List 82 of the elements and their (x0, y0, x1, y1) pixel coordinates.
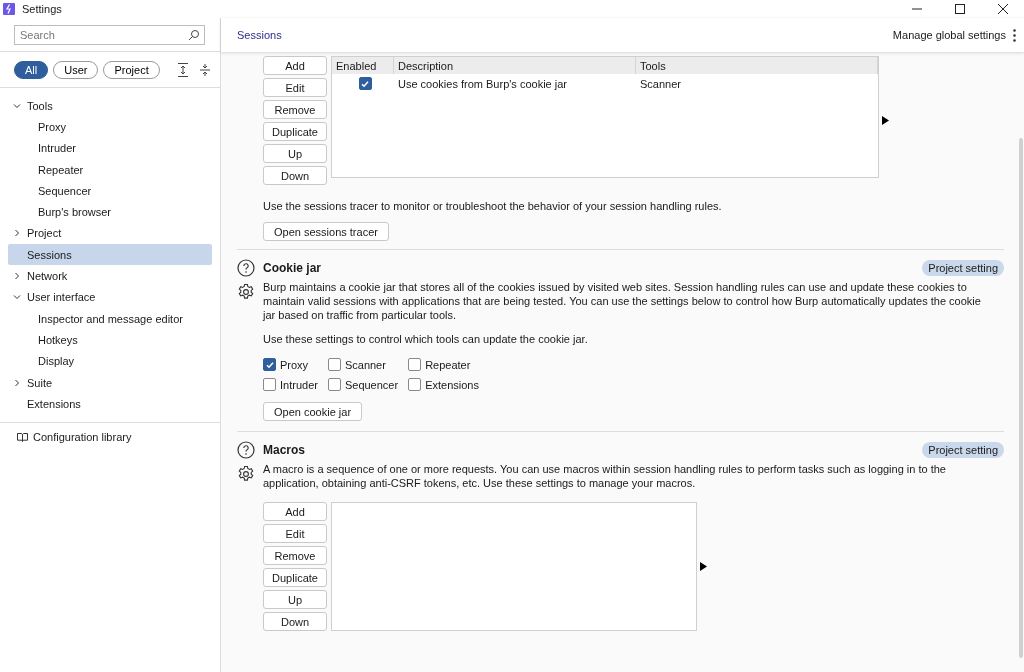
filter-pill[interactable]: Project (103, 61, 160, 79)
tree-item[interactable]: Burp's browser (8, 201, 212, 223)
project-setting-badge: Project setting (922, 442, 1004, 458)
settings-icon[interactable] (237, 465, 255, 483)
search-field[interactable]: Search (14, 25, 205, 45)
checkbox[interactable] (358, 77, 372, 90)
tree-item[interactable]: User interface (8, 286, 212, 308)
tree-item[interactable]: Inspector and message editor (8, 307, 212, 330)
manage-global-settings-link[interactable]: Manage global settings (892, 29, 1006, 41)
column-header[interactable]: Enabled (332, 57, 394, 74)
expand-all-icon[interactable] (176, 63, 189, 77)
chevron-icon[interactable] (13, 293, 21, 302)
tree-item[interactable]: Sequencer (8, 180, 212, 202)
book-icon (17, 432, 28, 443)
column-header[interactable]: Description (394, 57, 636, 74)
sessions-tracer-description: Use the sessions tracer to monitor or troubleshoot the behavior of your session handling rules. (263, 200, 723, 212)
list-action-button[interactable]: Down (263, 612, 327, 631)
list-action-button[interactable]: Up (263, 590, 327, 609)
tree-item[interactable]: Extensions (8, 393, 212, 415)
checkbox-label[interactable]: Extensions (425, 378, 479, 391)
checkbox[interactable] (327, 358, 341, 371)
table-cell-text: Scanner (639, 77, 682, 90)
column-header[interactable]: Tools (636, 57, 878, 74)
settings-icon[interactable] (237, 283, 255, 301)
filter-pill[interactable]: All (14, 61, 49, 79)
search-icon (188, 29, 200, 41)
app-logo-icon (3, 3, 15, 15)
tree-item[interactable]: Suite (8, 371, 212, 394)
section-title: Cookie jar (263, 261, 322, 275)
checkbox-label[interactable]: Proxy (280, 358, 309, 371)
list-action-button[interactable]: Remove (263, 546, 327, 565)
collapse-all-icon[interactable] (198, 63, 211, 77)
tree-item[interactable]: Proxy (8, 116, 212, 138)
tree-item[interactable]: Hotkeys (8, 329, 212, 351)
list-action-button[interactable]: Duplicate (263, 568, 327, 587)
checkbox-label[interactable]: Intruder (280, 378, 318, 391)
list-action-button[interactable]: Edit (263, 78, 327, 97)
tree-item[interactable]: Intruder (8, 137, 212, 159)
tree-item[interactable]: Sessions (8, 244, 212, 266)
list-action-button[interactable]: Add (263, 502, 327, 521)
expand-arrow-icon[interactable] (700, 562, 707, 571)
maximize-icon[interactable] (955, 4, 965, 14)
help-icon[interactable] (237, 259, 255, 277)
chevron-icon[interactable] (13, 272, 21, 280)
section-title: Macros (263, 443, 306, 457)
tree-item[interactable]: Display (8, 350, 212, 372)
checkbox-label[interactable]: Repeater (425, 358, 471, 371)
chevron-icon[interactable] (13, 229, 21, 238)
expand-arrow-icon[interactable] (882, 116, 889, 125)
checkbox[interactable] (408, 378, 422, 391)
project-setting-badge: Project setting (922, 260, 1004, 276)
close-icon[interactable] (998, 4, 1008, 14)
checkbox[interactable] (408, 358, 422, 371)
list-action-button[interactable]: Up (263, 144, 327, 163)
more-options-icon[interactable] (1013, 28, 1016, 42)
tree-item[interactable]: Project (8, 222, 212, 245)
window-title: Settings (22, 3, 63, 15)
list-action-button[interactable]: Edit (263, 524, 327, 543)
checkbox-label[interactable]: Scanner (344, 358, 386, 371)
list-action-button[interactable]: Down (263, 166, 327, 185)
checkbox[interactable] (327, 378, 341, 391)
list-action-button[interactable]: Remove (263, 100, 327, 119)
cookie-jar-hint: Use these settings to control which tools can update the cookie jar. (263, 332, 589, 346)
table-cell-text: Use cookies from Burp's cookie jar (397, 77, 568, 90)
open-cookie-jar-button[interactable]: Open cookie jar (263, 402, 363, 421)
tree-item[interactable]: Repeater (8, 158, 212, 181)
checkbox[interactable] (263, 378, 276, 391)
checkbox[interactable] (263, 358, 276, 371)
filter-pill[interactable]: User (53, 61, 99, 79)
chevron-icon[interactable] (13, 101, 21, 110)
list-action-button[interactable]: Add (263, 56, 327, 75)
section-description: Burp maintains a cookie jar that stores all of the cookies issued by visited web sites. Session handling rules can use and update these cookies to maintain valid sessions with applications that are being tested. You can use the settings below to control how Burp automatically updates the cookie jar based on traffic from particular tools. (263, 280, 982, 322)
tree-item[interactable]: Network (8, 265, 212, 287)
open-sessions-tracer-button[interactable]: Open sessions tracer (263, 222, 389, 241)
page-title: Sessions (237, 29, 282, 41)
list-action-button[interactable]: Duplicate (263, 122, 327, 141)
checkbox-label[interactable]: Sequencer (344, 378, 399, 391)
chevron-icon[interactable] (13, 378, 21, 387)
help-icon[interactable] (237, 441, 255, 459)
section-description: A macro is a sequence of one or more requests. You can use macros within session handling rules to perform tasks such as logging in to the application, obtaining anti-CSRF tokens, etc. Use these settings to manage your macros. (263, 462, 947, 490)
configuration-library-link[interactable]: Configuration library (17, 431, 220, 444)
tree-item[interactable]: Tools (8, 95, 212, 117)
